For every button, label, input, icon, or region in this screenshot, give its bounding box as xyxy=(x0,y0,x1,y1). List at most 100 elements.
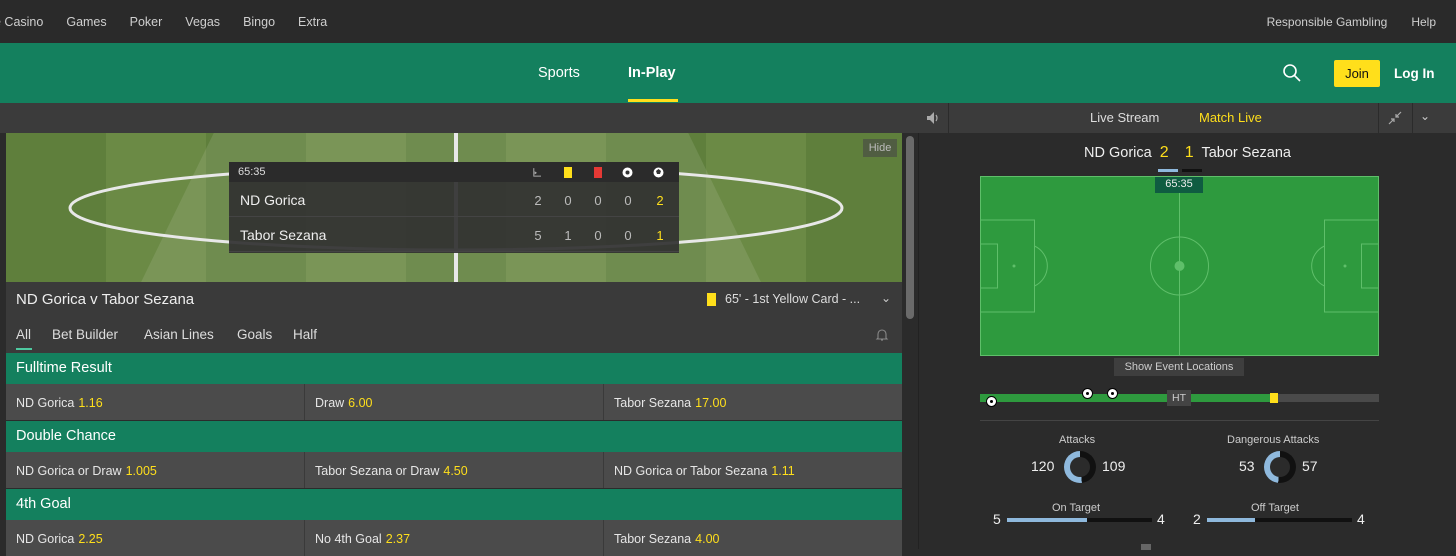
link-help[interactable]: Help xyxy=(1411,15,1436,29)
selection-odds: 1.11 xyxy=(771,464,795,478)
goal-icon xyxy=(1082,388,1093,399)
tab-live-stream[interactable]: Live Stream xyxy=(1090,110,1159,125)
dangerous-attacks-home: 53 xyxy=(1239,458,1255,474)
tab-match-live[interactable]: Match Live xyxy=(1199,110,1262,125)
selection-cell[interactable]: Draw 6.00 xyxy=(305,384,604,420)
link-extra[interactable]: Extra xyxy=(298,15,327,29)
link-poker[interactable]: Poker xyxy=(130,15,163,29)
dangerous-attacks-donut xyxy=(1264,451,1296,483)
selection-cell[interactable]: ND Gorica 2.25 xyxy=(6,520,305,556)
join-button[interactable]: Join xyxy=(1334,60,1380,87)
main-nav: Sports In-Play Join Log In xyxy=(0,43,1456,103)
off-target-bar xyxy=(1207,518,1352,522)
selection-cell[interactable]: ND Gorica 1.16 xyxy=(6,384,305,420)
attacks-donut xyxy=(1064,451,1096,483)
corners-icon xyxy=(533,168,541,177)
match-live-clock: 65:35 xyxy=(1155,177,1203,193)
selection-cell[interactable]: No 4th Goal 2.37 xyxy=(305,520,604,556)
match-live-header: Live Stream Match Live ⌄ xyxy=(918,103,1456,133)
selection-odds: 2.25 xyxy=(78,532,103,546)
selection-name: Tabor Sezana or Draw xyxy=(315,464,440,478)
scoreboard-away-row: Tabor Sezana 5 1 0 0 1 xyxy=(229,217,679,252)
tab-asian-lines[interactable]: Asian Lines xyxy=(144,327,214,342)
home-goals: 2 xyxy=(656,193,664,208)
selection-cell[interactable]: ND Gorica or Draw 1.005 xyxy=(6,452,305,488)
selection-odds: 1.16 xyxy=(78,396,103,410)
match-timeline: HT xyxy=(980,390,1379,406)
tab-in-play[interactable]: In-Play xyxy=(628,65,676,81)
market-header-4th-goal[interactable]: 4th Goal xyxy=(6,489,902,520)
selection-odds: 17.00 xyxy=(695,396,727,410)
market-row-double-chance: ND Gorica or Draw 1.005 Tabor Sezana or D… xyxy=(6,452,902,488)
active-tab-indicator xyxy=(628,99,678,102)
divider xyxy=(1378,103,1379,133)
selection-name: ND Gorica xyxy=(16,532,75,546)
attacks-away: 109 xyxy=(1102,458,1126,474)
divider xyxy=(948,103,949,133)
market-header-double-chance[interactable]: Double Chance xyxy=(6,421,902,452)
link-responsible-gambling[interactable]: Responsible Gambling xyxy=(1267,15,1388,29)
divider xyxy=(1412,103,1413,133)
tab-bet-builder[interactable]: Bet Builder xyxy=(52,327,118,342)
selection-cell[interactable]: Tabor Sezana or Draw 4.50 xyxy=(305,452,604,488)
market-header-fulltime-result[interactable]: Fulltime Result xyxy=(6,353,902,384)
chevron-down-icon[interactable]: ⌄ xyxy=(1420,109,1430,123)
utility-links: Responsible Gambling Help xyxy=(1243,15,1436,29)
scoreboard-header: 65:35 xyxy=(229,162,679,182)
selection-name: Tabor Sezana xyxy=(614,532,692,546)
product-links: e Casino Games Poker Vegas Bingo Extra xyxy=(0,15,350,29)
away-corners: 5 xyxy=(534,228,542,243)
away-team-name: Tabor Sezana xyxy=(1201,145,1291,161)
selection-odds: 4.00 xyxy=(695,532,720,546)
tab-half[interactable]: Half xyxy=(293,327,317,342)
bell-icon[interactable] xyxy=(875,328,889,342)
home-color-bar xyxy=(1158,169,1178,172)
chevron-down-icon[interactable]: ⌄ xyxy=(881,291,891,305)
away-color-bar xyxy=(1182,169,1202,172)
home-team-name: ND Gorica xyxy=(240,192,306,208)
selection-cell[interactable]: ND Gorica or Tabor Sezana 1.11 xyxy=(604,452,902,488)
selection-odds: 1.005 xyxy=(125,464,157,478)
link-casino[interactable]: e Casino xyxy=(0,15,43,29)
home-team-name: ND Gorica xyxy=(1084,145,1152,161)
link-vegas[interactable]: Vegas xyxy=(185,15,220,29)
attacks-label: Attacks xyxy=(1059,434,1096,446)
scoreboard-home-row: ND Gorica 2 0 0 0 2 xyxy=(229,182,679,217)
left-header-strip xyxy=(0,103,918,133)
pitch-lines xyxy=(980,176,1379,356)
yellow-card-icon xyxy=(707,293,716,306)
login-button[interactable]: Log In xyxy=(1394,66,1435,81)
scrollbar-thumb[interactable] xyxy=(906,136,914,319)
tab-all[interactable]: All xyxy=(16,327,31,342)
show-event-locations-button[interactable]: Show Event Locations xyxy=(1114,358,1244,376)
selection-name: Tabor Sezana xyxy=(614,396,692,410)
away-score: 1 xyxy=(1184,144,1194,161)
selection-name: ND Gorica or Tabor Sezana xyxy=(614,464,768,478)
dangerous-attacks-away: 57 xyxy=(1302,458,1318,474)
selection-cell[interactable]: Tabor Sezana 4.00 xyxy=(604,520,902,556)
home-yellow-cards: 0 xyxy=(564,193,572,208)
on-target-away: 4 xyxy=(1157,511,1165,527)
on-target-home: 5 xyxy=(993,511,1001,527)
last-event-text[interactable]: 65' - 1st Yellow Card - ... xyxy=(725,292,860,306)
dangerous-attacks-label: Dangerous Attacks xyxy=(1227,434,1320,446)
away-yellow-cards: 1 xyxy=(564,228,572,243)
tab-sports[interactable]: Sports xyxy=(538,65,580,81)
active-market-tab-indicator xyxy=(16,348,32,350)
divider xyxy=(980,420,1379,421)
goal-icon xyxy=(1107,388,1118,399)
hide-video-button[interactable]: Hide xyxy=(863,139,897,157)
checkbox[interactable] xyxy=(1141,544,1151,550)
minimize-icon[interactable] xyxy=(1387,110,1403,126)
goal-icon xyxy=(986,396,997,407)
match-title: ND Gorica v Tabor Sezana xyxy=(16,291,195,308)
speaker-icon[interactable] xyxy=(926,111,942,125)
selection-cell[interactable]: Tabor Sezana 17.00 xyxy=(604,384,902,420)
goal-icon xyxy=(653,167,664,178)
link-bingo[interactable]: Bingo xyxy=(243,15,275,29)
tab-goals[interactable]: Goals xyxy=(237,327,272,342)
market-tabs: All Bet Builder Asian Lines Goals Half xyxy=(6,318,902,353)
search-icon[interactable] xyxy=(1282,63,1302,83)
link-games[interactable]: Games xyxy=(66,15,106,29)
off-target-bar-fill xyxy=(1207,518,1255,522)
